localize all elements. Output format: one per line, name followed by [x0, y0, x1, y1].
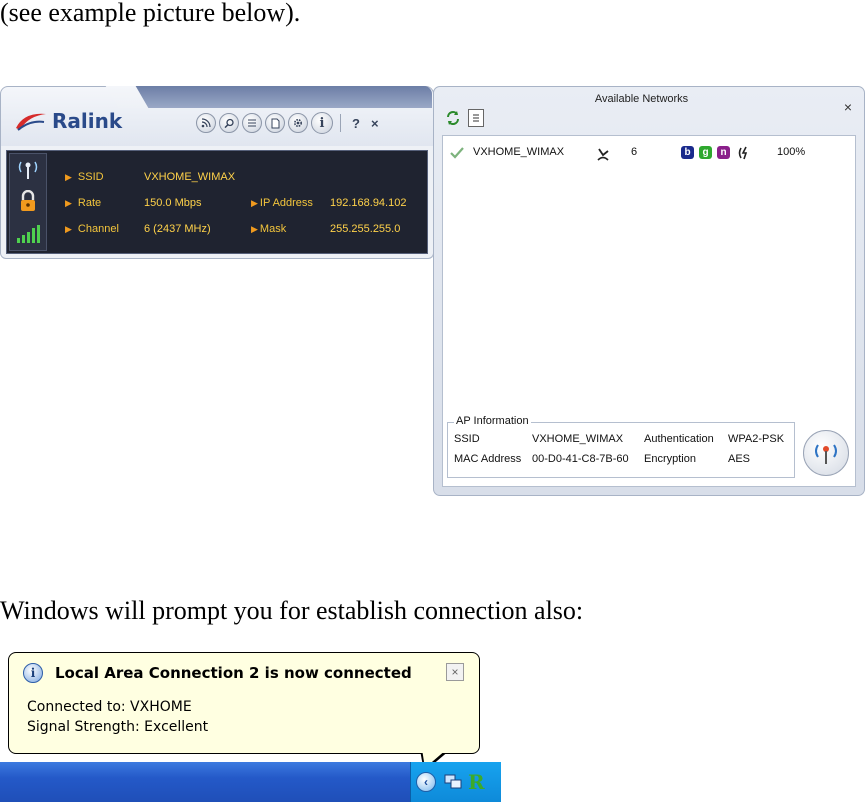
- network-channel: 6: [631, 146, 638, 158]
- prompt-text: Windows will prompt you for establish co…: [0, 596, 584, 625]
- header-tab-strip: [125, 86, 432, 108]
- ralink-swoosh-icon: [16, 113, 46, 131]
- ap-information-legend: AP Information: [454, 415, 531, 427]
- ap-encryption-value: AES: [728, 453, 751, 465]
- help-button[interactable]: ?: [348, 116, 364, 131]
- signal-strength-text: Signal Strength: Excellent: [27, 719, 209, 735]
- refresh-icon[interactable]: [444, 109, 462, 127]
- ap-information-group: AP Information SSID VXHOME_WIMAX Authent…: [447, 415, 795, 478]
- status-column: [9, 153, 47, 251]
- page-icon[interactable]: [265, 113, 285, 133]
- info-icon[interactable]: i: [311, 112, 333, 134]
- network-signal: 100%: [777, 146, 806, 158]
- ap-ssid-label: SSID: [454, 433, 480, 445]
- intro-text: (see example picture below).: [0, 0, 301, 27]
- mode-g-badge: g: [699, 146, 712, 159]
- network-ssid: VXHOME_WIMAX: [473, 146, 565, 158]
- ssid-value: VXHOME_WIMAX: [144, 171, 236, 183]
- connection-info-area: ▶ SSID VXHOME_WIMAX ▶ Rate 150.0 Mbps ▶ Cha…: [6, 150, 428, 254]
- ap-mac-label: MAC Address: [454, 453, 522, 465]
- arrow-right-icon: ▶: [251, 224, 258, 234]
- rate-label: ▶ Rate: [65, 197, 102, 209]
- network-list: VXHOME_WIMAX 6 b g n 100% AP Information…: [442, 135, 856, 487]
- mask-label: ▶ Mask: [251, 223, 287, 235]
- ralink-window: Ralink i ? × ▶ SSID VXHOME_WIMAX ▶ Rate …: [0, 86, 434, 259]
- logo-text: Ralink: [52, 109, 123, 133]
- antenna-icon: [815, 444, 837, 464]
- ap-mac-value: 00-D0-41-C8-7B-60: [532, 453, 629, 465]
- search-icon[interactable]: [219, 113, 239, 133]
- arrow-right-icon: ▶: [65, 198, 72, 208]
- ip-address-label: ▶ IP Address: [251, 197, 313, 209]
- arrow-right-icon: ▶: [251, 198, 258, 208]
- list-icon[interactable]: [242, 113, 262, 133]
- infrastructure-icon: [595, 146, 611, 165]
- mask-value: 255.255.255.0: [330, 223, 401, 235]
- gear-icon[interactable]: [288, 113, 308, 133]
- ralink-toolbar: i ? ×: [196, 112, 383, 134]
- close-button[interactable]: ×: [844, 99, 852, 115]
- arrow-right-icon: ▶: [65, 224, 72, 234]
- ap-encryption-label: Encryption: [644, 453, 696, 465]
- ap-auth-label: Authentication: [644, 433, 714, 445]
- ralink-logo: Ralink: [14, 106, 122, 136]
- signal-bars-icon: [10, 224, 46, 249]
- ralink-status-panel: ▶ SSID VXHOME_WIMAX ▶ Rate 150.0 Mbps ▶ Cha…: [0, 146, 434, 259]
- rate-value: 150.0 Mbps: [144, 197, 202, 209]
- networks-toolbar: [444, 109, 484, 127]
- available-networks-title: Available Networks: [594, 93, 689, 105]
- network-row[interactable]: VXHOME_WIMAX 6 b g n 100%: [447, 146, 847, 164]
- ssid-label: ▶ SSID: [65, 171, 104, 183]
- wps-icon: [737, 146, 751, 163]
- close-button[interactable]: ×: [367, 116, 383, 131]
- lock-icon: [10, 189, 46, 217]
- rss-icon[interactable]: [196, 113, 216, 133]
- toolbar-divider: [340, 114, 341, 132]
- ralink-tray-icon[interactable]: R: [468, 770, 485, 794]
- antenna-icon: [10, 158, 46, 185]
- show-hidden-icons-button[interactable]: ‹: [416, 772, 436, 792]
- balloon-close-button[interactable]: ×: [446, 663, 464, 681]
- mode-b-badge: b: [681, 146, 694, 159]
- channel-label: ▶ Channel: [65, 223, 119, 235]
- network-connection-icon[interactable]: [444, 772, 462, 790]
- mode-n-badge: n: [717, 146, 730, 159]
- ap-ssid-value: VXHOME_WIMAX: [532, 433, 624, 445]
- details-list-icon[interactable]: [468, 109, 484, 127]
- ip-address-value: 192.168.94.102: [330, 197, 407, 209]
- balloon-title: Local Area Connection 2 is now connected: [55, 664, 412, 682]
- connect-button[interactable]: [803, 430, 849, 476]
- available-networks-window: Available Networks × VXHOME_WIMAX 6 b g …: [433, 86, 865, 496]
- ap-auth-value: WPA2-PSK: [728, 433, 785, 445]
- notification-balloon[interactable]: i Local Area Connection 2 is now connect…: [8, 652, 480, 754]
- connected-check-icon: [449, 146, 465, 163]
- connected-to-text: Connected to: VXHOME: [27, 699, 192, 715]
- arrow-right-icon: ▶: [65, 172, 72, 182]
- info-icon: i: [23, 663, 43, 683]
- channel-value: 6 (2437 MHz): [144, 223, 211, 235]
